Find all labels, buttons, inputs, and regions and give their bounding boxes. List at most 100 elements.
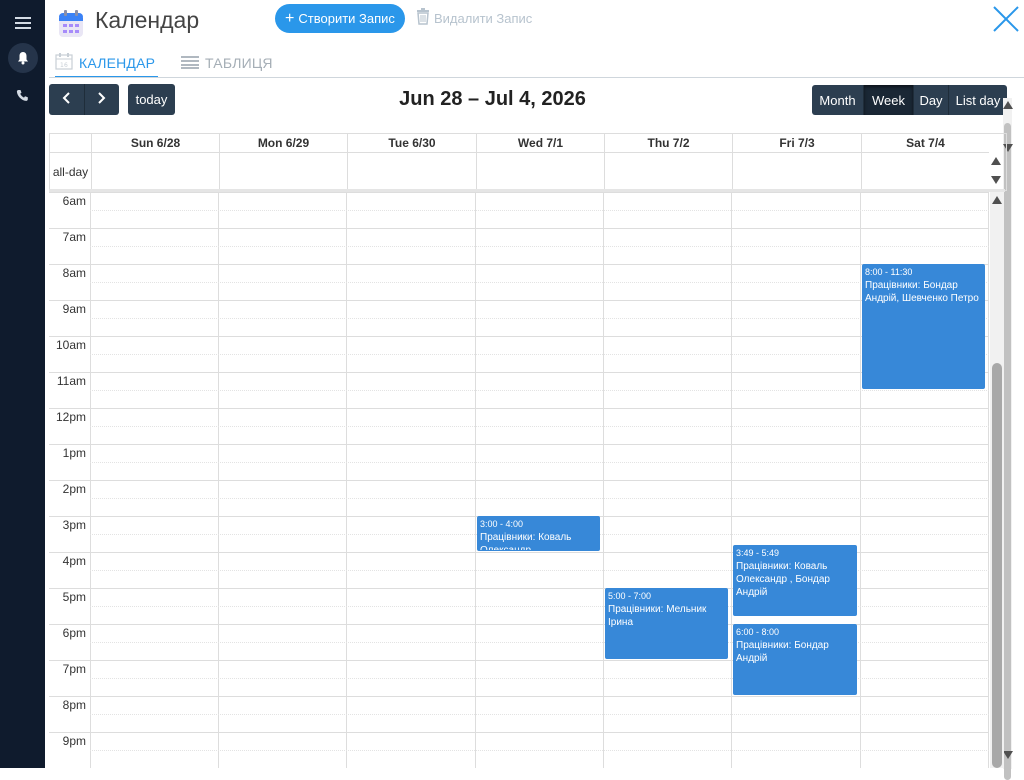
table-icon	[181, 55, 199, 72]
hour-label: 7am	[62, 230, 86, 244]
hour-line	[49, 228, 989, 229]
allday-label: all-day	[50, 152, 91, 191]
view-week-button[interactable]: Week	[864, 85, 914, 115]
create-record-button[interactable]: + Створити Запис	[275, 4, 405, 33]
time-grid-scrollbar-thumb[interactable]	[992, 363, 1002, 768]
half-hour-line	[90, 318, 989, 319]
event-time: 5:00 - 7:00	[608, 591, 652, 601]
hour-line	[49, 480, 989, 481]
hour-label: 6pm	[62, 626, 86, 640]
event-title: Працівники: Бондар Андрій	[736, 640, 829, 664]
hour-line	[49, 444, 989, 445]
hour-line	[49, 192, 989, 193]
calendar-event[interactable]: 3:00 - 4:00 Працівники: Коваль Олександр	[477, 516, 600, 551]
event-time: 8:00 - 11:30	[865, 267, 913, 277]
hour-label: 8am	[62, 266, 86, 280]
delete-record-button[interactable]: Видалити Запис	[416, 8, 532, 28]
half-hour-line	[90, 426, 989, 427]
hour-label: 11am	[56, 374, 86, 388]
allday-cell[interactable]	[347, 152, 476, 191]
day-header: Fri 7/3	[732, 134, 861, 152]
half-hour-line	[90, 246, 989, 247]
allday-cell[interactable]	[91, 152, 219, 191]
time-grid-scroll-up-icon[interactable]	[992, 196, 1002, 204]
view-month-button[interactable]: Month	[812, 85, 864, 115]
outer-scrollbar-thumb[interactable]	[1004, 123, 1011, 780]
hour-line	[49, 372, 989, 373]
hour-label: 4pm	[62, 554, 86, 568]
hour-line	[49, 300, 989, 301]
half-hour-line	[90, 354, 989, 355]
chevron-right-icon	[98, 91, 106, 109]
calendar-event[interactable]: 3:49 - 5:49 Працівники: Коваль Олександр …	[733, 545, 857, 617]
day-header: Sun 6/28	[91, 134, 219, 152]
calendar-icon: 16	[55, 53, 73, 73]
half-hour-line	[90, 714, 989, 715]
calendar-event[interactable]: 6:00 - 8:00 Працівники: Бондар Андрій	[733, 624, 857, 695]
hour-label: 9am	[62, 302, 86, 316]
event-title: Працівники: Мельник Ірина	[608, 604, 707, 628]
hour-line	[49, 408, 989, 409]
outer-scrollbar[interactable]	[1003, 98, 1012, 780]
sidebar	[0, 0, 45, 768]
time-grid-scrollbar[interactable]	[990, 192, 1004, 768]
hour-label: 10am	[55, 338, 86, 352]
outer-scroll-down-icon[interactable]	[1003, 751, 1013, 759]
hour-line	[49, 264, 989, 265]
allday-cell[interactable]	[476, 152, 604, 191]
allday-cell[interactable]	[604, 152, 732, 191]
hour-label: 7pm	[62, 662, 86, 676]
close-icon[interactable]	[991, 4, 1021, 34]
half-hour-line	[90, 750, 989, 751]
half-hour-line	[90, 210, 989, 211]
calendar-icon	[58, 10, 84, 38]
hour-label: 5pm	[62, 590, 86, 604]
today-button[interactable]: today	[128, 84, 175, 115]
outer-scroll-up-icon[interactable]	[1003, 101, 1013, 109]
hour-label: 8pm	[62, 698, 86, 712]
delete-record-label: Видалити Запис	[434, 10, 533, 26]
day-header: Sat 7/4	[861, 134, 989, 152]
event-time: 3:00 - 4:00	[480, 519, 524, 529]
svg-text:16: 16	[60, 62, 68, 69]
allday-cell[interactable]	[861, 152, 989, 191]
event-time: 6:00 - 8:00	[736, 627, 780, 637]
trash-icon	[416, 8, 430, 28]
calendar-event[interactable]: 5:00 - 7:00 Працівники: Мельник Ірина	[605, 588, 728, 659]
event-title: Працівники: Коваль Олександр , Бондар Ан…	[736, 561, 830, 599]
view-switcher: Month Week Day List day	[812, 85, 1007, 115]
hour-label: 2pm	[62, 482, 86, 496]
tab-calendar[interactable]: 16 КАЛЕНДАР	[55, 50, 159, 78]
tab-table-label: ТАБЛИЦЯ	[205, 55, 273, 71]
day-header: Wed 7/1	[476, 134, 604, 152]
plus-icon: +	[285, 9, 295, 27]
allday-cell[interactable]	[219, 152, 347, 191]
hour-label: 6am	[62, 194, 86, 208]
tabs-divider	[49, 77, 1024, 78]
hour-label: 1pm	[62, 446, 86, 460]
hour-line	[49, 336, 989, 337]
phone-icon[interactable]	[0, 86, 45, 104]
date-range-title: Jun 28 – Jul 4, 2026	[399, 88, 586, 110]
next-button[interactable]	[85, 84, 120, 115]
hour-line	[49, 732, 989, 733]
prev-button[interactable]	[49, 84, 85, 115]
bell-icon[interactable]	[8, 43, 38, 73]
tab-table[interactable]: ТАБЛИЦЯ	[181, 50, 273, 76]
allday-cell[interactable]	[732, 152, 861, 191]
view-list-day-button[interactable]: List day	[949, 85, 1007, 115]
day-header: Tue 6/30	[347, 134, 476, 152]
hour-line	[49, 696, 989, 697]
time-grid[interactable]: 6am 7am 8am 9am 10am 11am 12pm 1pm 2pm 3pm 4pm 5pm 6…	[49, 192, 989, 768]
half-hour-line	[90, 390, 989, 391]
menu-icon[interactable]	[0, 11, 45, 35]
half-hour-line	[90, 498, 989, 499]
event-title: Працівники: Коваль Олександр	[480, 532, 572, 551]
week-header: all-day Sun 6/28 Mon 6/29 Tue 6/30 Wed 7…	[49, 133, 1007, 191]
day-header: Thu 7/2	[604, 134, 732, 152]
calendar-event[interactable]: 8:00 - 11:30 Працівники: Бондар Андрій, Ш…	[862, 264, 985, 389]
hour-label: 12pm	[55, 410, 86, 424]
event-title: Працівники: Бондар Андрій, Шевченко Петр…	[865, 280, 979, 304]
half-hour-line	[90, 462, 989, 463]
view-day-button[interactable]: Day	[914, 85, 949, 115]
